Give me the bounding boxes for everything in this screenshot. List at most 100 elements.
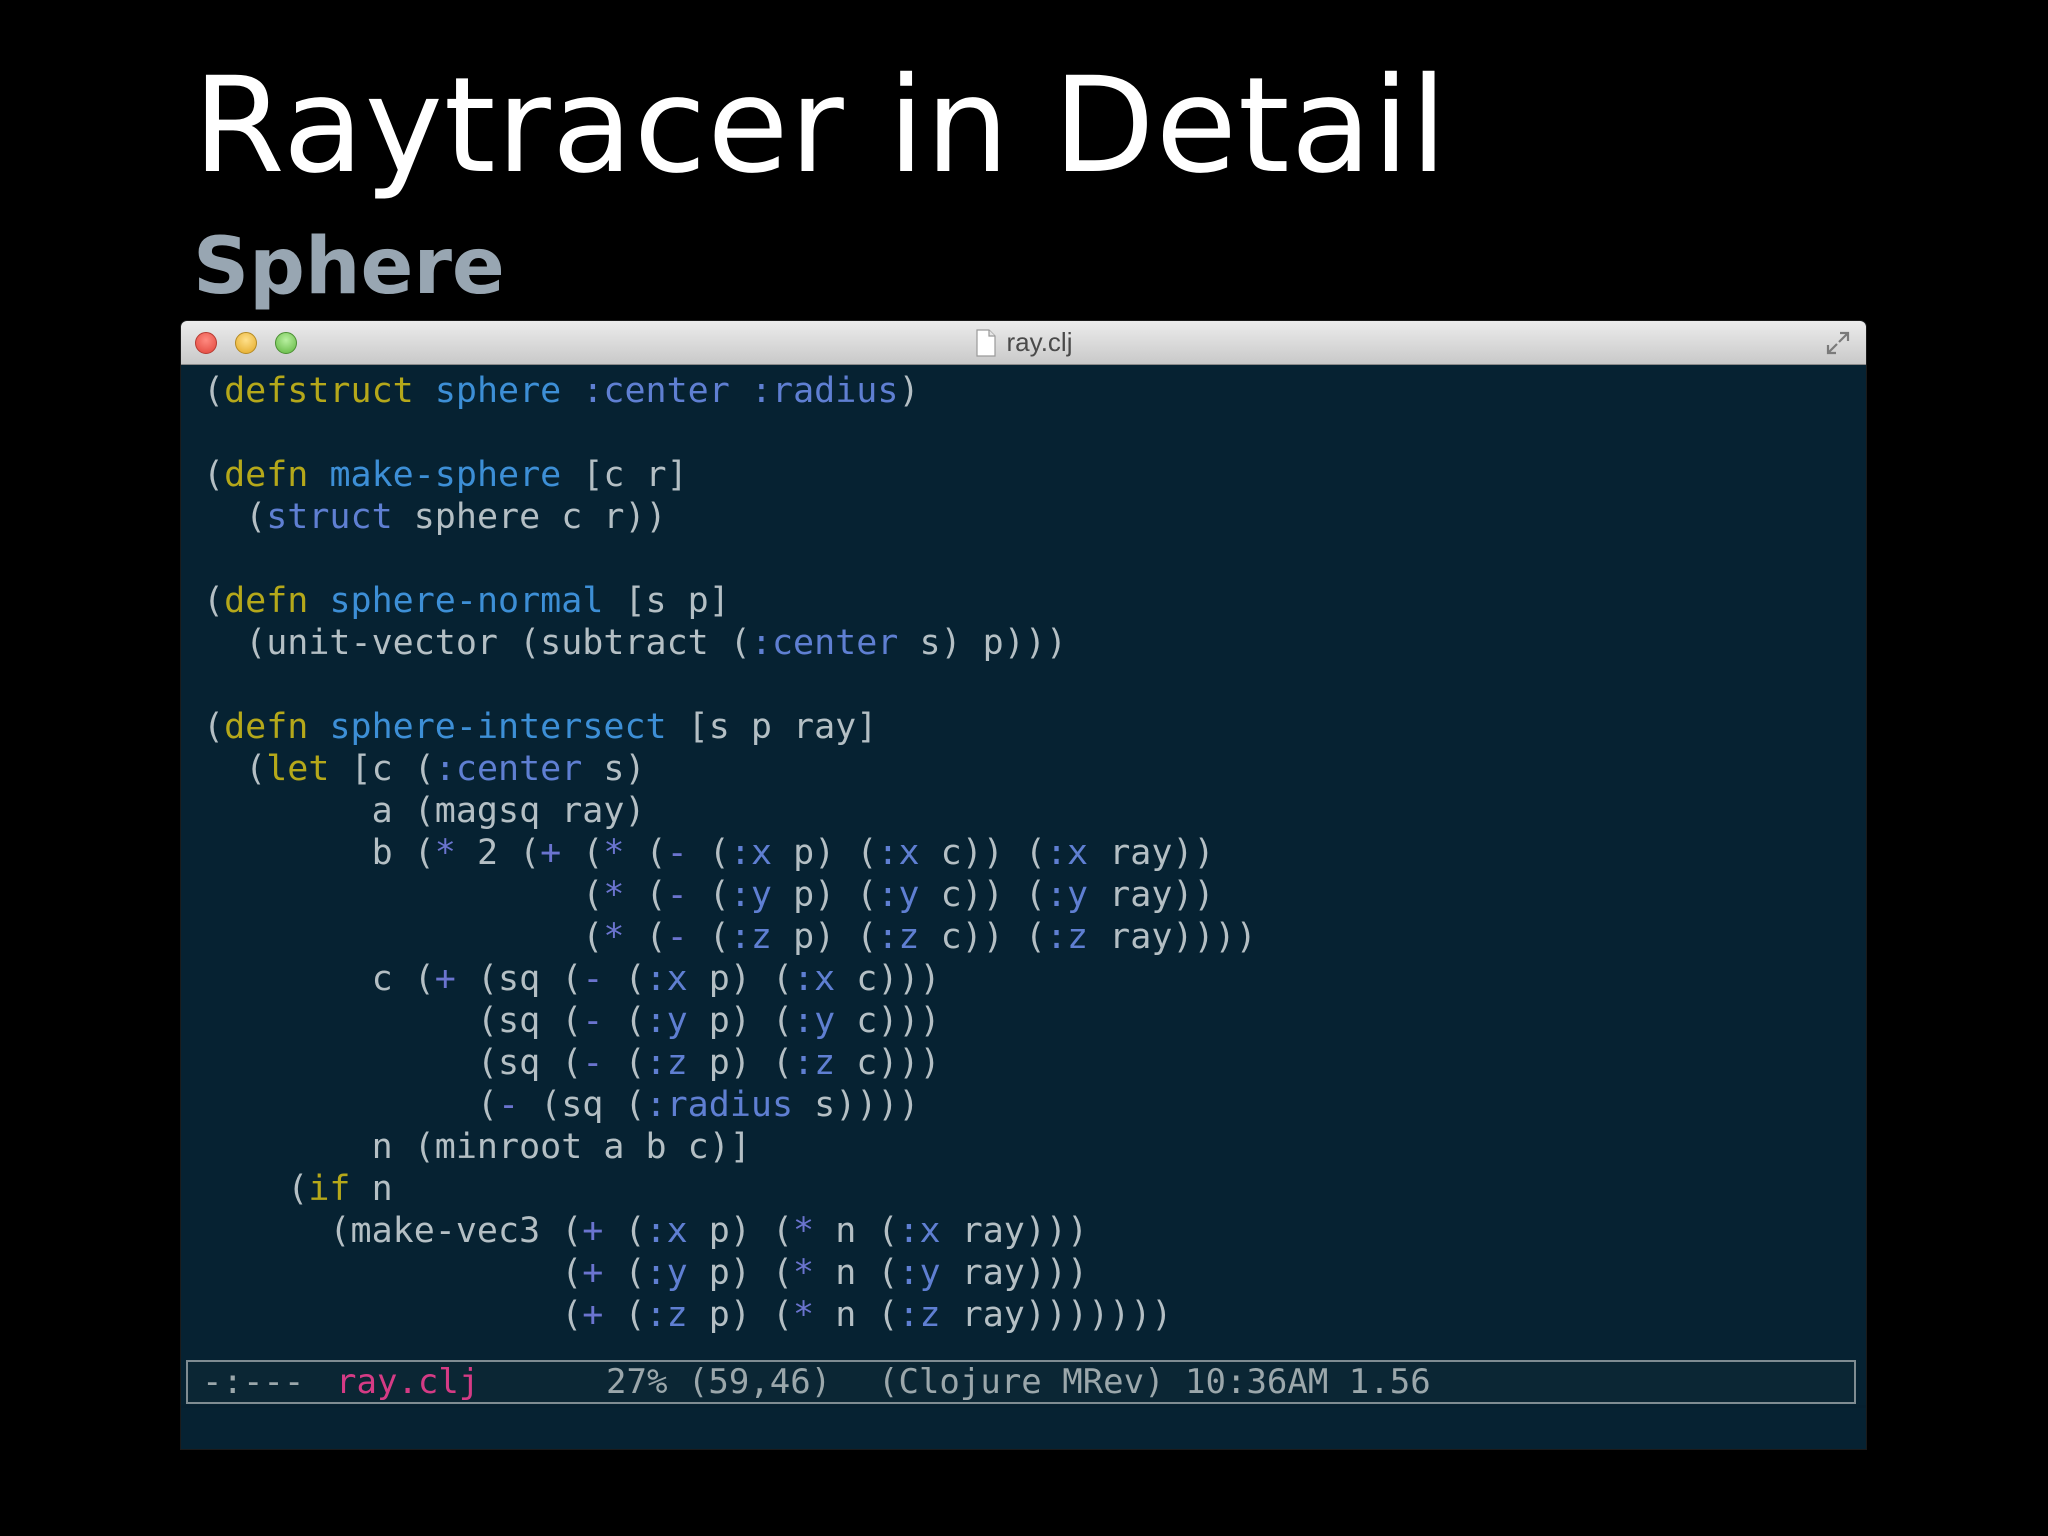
code-token: ray)): [1088, 875, 1215, 915]
code-token: defstruct: [224, 371, 414, 411]
code-token: (sq (: [519, 1085, 646, 1125]
code-token: sphere: [434, 371, 562, 411]
code-token: :x: [898, 1211, 941, 1251]
code-token: s) p))): [898, 623, 1067, 663]
code-token: *: [603, 833, 625, 873]
code-token: :z: [1045, 917, 1089, 957]
code-token: *: [793, 1253, 815, 1293]
code-line: (sq (- (:y p) (:y c))): [203, 1000, 1257, 1042]
code-token: :x: [793, 959, 836, 999]
code-token: -: [666, 875, 688, 915]
editor-pane[interactable]: (defstruct sphere :center :radius) (defn …: [181, 365, 1866, 1405]
code-token: :y: [645, 1253, 688, 1293]
slide-subtitle: Sphere: [193, 222, 505, 312]
code-token: (: [203, 455, 225, 495]
code-token: :x: [645, 1211, 688, 1251]
window-title-text: ray.clj: [1006, 327, 1073, 357]
code-token: 2 (: [455, 833, 541, 873]
code-token: ): [898, 371, 920, 411]
code-token: (sq (: [203, 1043, 583, 1083]
code-token: -: [498, 1085, 520, 1125]
code-line: (* (- (:y p) (:y c)) (:y ray)): [203, 874, 1257, 916]
code-token: ray))): [940, 1211, 1089, 1251]
code-token: (: [203, 1169, 309, 1209]
code-buffer[interactable]: (defstruct sphere :center :radius) (defn …: [203, 370, 1257, 1336]
code-token: (: [624, 917, 667, 957]
code-token: [s p]: [603, 581, 730, 621]
code-token: :x: [877, 833, 920, 873]
code-token: defn: [224, 581, 309, 621]
code-token: :y: [898, 1253, 941, 1293]
code-token: sphere-normal: [329, 581, 604, 621]
code-token: n (: [814, 1253, 899, 1293]
code-line: (defn sphere-normal [s p]: [203, 580, 1257, 622]
code-token: p) (: [687, 1253, 794, 1293]
code-token: -: [666, 917, 688, 957]
code-token: sphere c r)): [392, 497, 667, 537]
code-token: (: [624, 833, 667, 873]
code-token: :radius: [645, 1085, 794, 1125]
code-token: -: [582, 1043, 604, 1083]
code-token: (: [603, 1211, 646, 1251]
code-token: (: [687, 917, 730, 957]
code-token: struct: [266, 497, 393, 537]
code-token: (unit-vector (subtract (: [203, 623, 751, 663]
code-token: (: [603, 1001, 646, 1041]
code-token: sphere-intersect: [329, 707, 667, 747]
minibuffer[interactable]: [181, 1408, 1866, 1449]
code-token: *: [603, 875, 625, 915]
code-token: (: [624, 875, 667, 915]
code-token: c))): [835, 959, 941, 999]
code-token: (: [203, 1253, 583, 1293]
code-token: s)))): [793, 1085, 920, 1125]
code-token: [s p ray]: [666, 707, 878, 747]
code-token: n: [350, 1169, 393, 1209]
code-token: :z: [898, 1295, 941, 1335]
code-token: if: [308, 1169, 351, 1209]
emacs-window: ray.clj (defstruct sphere :center :radiu…: [181, 321, 1866, 1449]
code-token: +: [582, 1295, 604, 1335]
code-token: (: [603, 1295, 646, 1335]
code-line: (defn sphere-intersect [s p ray]: [203, 706, 1257, 748]
code-line: (defstruct sphere :center :radius): [203, 370, 1257, 412]
modeline-buffer-name[interactable]: ray.clj: [336, 1362, 479, 1402]
slide-title: Raytracer in Detail: [193, 49, 1448, 203]
code-token: defn: [224, 707, 309, 747]
code-token: c)) (: [919, 917, 1046, 957]
code-token: *: [793, 1211, 815, 1251]
code-token: (: [203, 707, 225, 747]
modeline-mode: (Clojure MRev) 10:36AM 1.56: [878, 1362, 1431, 1402]
code-token: (: [203, 875, 604, 915]
code-token: :y: [729, 875, 772, 915]
code-token: -: [582, 1001, 604, 1041]
code-token: (: [561, 833, 604, 873]
code-token: :z: [645, 1043, 688, 1083]
code-line: (defn make-sphere [c r]: [203, 454, 1257, 496]
code-token: (: [203, 749, 267, 789]
window-titlebar[interactable]: ray.clj: [181, 321, 1866, 365]
code-token: ray)): [1088, 833, 1215, 873]
code-token: c)) (: [919, 833, 1046, 873]
code-token: (: [203, 1085, 499, 1125]
code-token: (make-vec3 (: [203, 1211, 583, 1251]
code-token: :x: [729, 833, 773, 873]
code-token: :center: [434, 749, 583, 789]
code-token: p) (: [772, 917, 878, 957]
fullscreen-icon[interactable]: [1824, 329, 1852, 357]
code-token: :x: [1045, 833, 1089, 873]
code-token: *: [793, 1295, 815, 1335]
code-token: b (: [203, 833, 435, 873]
code-token: :y: [1045, 875, 1089, 915]
code-token: c))): [835, 1043, 941, 1083]
modeline-flags: -:---: [202, 1362, 305, 1402]
code-token: *: [603, 917, 625, 957]
code-token: [c (: [329, 749, 435, 789]
code-line: (+ (:y p) (* n (:y ray))): [203, 1252, 1257, 1294]
code-token: :x: [645, 959, 688, 999]
code-token: let: [266, 749, 330, 789]
